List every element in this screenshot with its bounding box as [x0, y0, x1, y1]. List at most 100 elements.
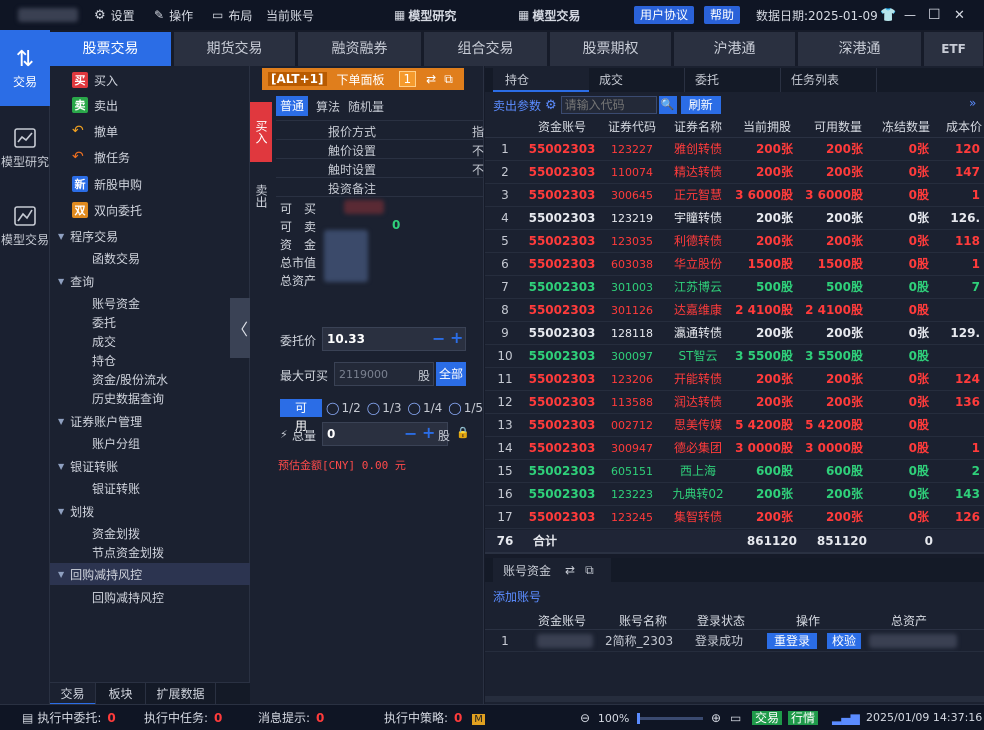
- rail-item-trade[interactable]: ⇅ 交易: [0, 30, 50, 106]
- table-row[interactable]: 12 55002303 113588 润达转债 200张 200张 0张 136: [485, 391, 984, 414]
- tab-sector[interactable]: 板块: [96, 683, 146, 705]
- message-status[interactable]: 消息提示: 0: [258, 709, 324, 727]
- swap-icon[interactable]: ⇄: [565, 563, 575, 577]
- lock-icon[interactable]: 🔒: [456, 426, 470, 439]
- table-row[interactable]: 17 55002303 123245 集智转债 200张 200张 0张 126: [485, 506, 984, 529]
- gear-icon[interactable]: ⚙: [545, 98, 557, 113]
- exec-tasks-status[interactable]: 执行中任务: 0: [144, 709, 222, 727]
- col-cost[interactable]: 成本价: [939, 116, 984, 138]
- account-row[interactable]: 1 2简称_2303 登录成功 重登录 校验: [485, 630, 984, 652]
- table-row[interactable]: 1 55002303 123227 雅创转债 200张 200张 0张 120: [485, 138, 984, 161]
- sidebar-group-allocation[interactable]: ▼ 划拨: [50, 500, 250, 522]
- tab-margin[interactable]: 融资融券: [298, 32, 422, 66]
- table-row[interactable]: 6 55002303 603038 华立股份 1500股 1500股 0股 1: [485, 253, 984, 276]
- tab-orders[interactable]: 委托: [685, 68, 781, 92]
- layout-menu[interactable]: ▭ 布局: [212, 6, 252, 24]
- sidebar-item-sell[interactable]: 卖 卖出: [50, 94, 250, 116]
- popout-icon[interactable]: ⧉: [444, 72, 453, 87]
- sidebar-item-account-group[interactable]: 账户分组: [50, 432, 250, 454]
- col-frozen[interactable]: 冻结数量: [873, 116, 939, 138]
- tab-sh-hk[interactable]: 沪港通: [674, 32, 796, 66]
- minimize-button[interactable]: —: [904, 6, 916, 24]
- shirt-icon[interactable]: 👕: [880, 6, 896, 24]
- settings-menu[interactable]: ⚙ 设置: [94, 6, 135, 24]
- horizontal-scrollbar[interactable]: [485, 552, 984, 554]
- side-sell-tab[interactable]: 卖出: [250, 176, 272, 216]
- table-row[interactable]: 15 55002303 605151 西上海 600股 600股 0股 2: [485, 460, 984, 483]
- tab-deals[interactable]: 成交: [589, 68, 685, 92]
- trade-connection[interactable]: 交易: [752, 709, 783, 727]
- tab-task-list[interactable]: 任务列表: [781, 68, 877, 92]
- tab-stock-options[interactable]: 股票期权: [550, 32, 672, 66]
- sidebar-item-history[interactable]: 历史数据查询: [50, 387, 250, 409]
- table-row[interactable]: 13 55002303 002712 思美传媒 5 4200股 5 4200股 0股: [485, 414, 984, 437]
- zoom-in-icon[interactable]: ⊕: [711, 711, 721, 725]
- mode-normal-tab[interactable]: 普通: [276, 96, 309, 116]
- rail-item-model-trade[interactable]: 模型交易: [0, 188, 50, 264]
- radio-quarter[interactable]: ◯: [408, 401, 421, 415]
- current-account-menu[interactable]: 当前账号: [266, 6, 314, 24]
- tab-trade[interactable]: 交易: [50, 683, 96, 705]
- exec-strategy-status[interactable]: 执行中策略: 0 M: [384, 709, 485, 727]
- model-research-link[interactable]: ▦ 模型研究: [394, 6, 456, 24]
- sidebar-group-bank-transfer[interactable]: ▼ 银证转账: [50, 455, 250, 477]
- sidebar-group-repo-risk[interactable]: ▼ 回购减持风控: [50, 563, 250, 585]
- table-row[interactable]: 4 55002303 123219 宇瞳转债 200张 200张 0张 126.: [485, 207, 984, 230]
- rail-item-model-research[interactable]: 模型研究: [0, 110, 50, 186]
- table-row[interactable]: 3 55002303 300645 正元智慧 3 6000股 3 6000股 0股 1: [485, 184, 984, 207]
- radio-half[interactable]: ◯: [326, 401, 339, 415]
- collapse-sidebar-button[interactable]: 〈: [230, 298, 250, 358]
- sidebar-group-program[interactable]: ▼ 程序交易: [50, 225, 250, 247]
- available-button[interactable]: 可 用: [280, 399, 322, 433]
- price-increment[interactable]: +: [450, 328, 463, 347]
- relogin-button[interactable]: 重登录: [767, 633, 817, 649]
- tab-sz-hk[interactable]: 深港通: [798, 32, 922, 66]
- close-button[interactable]: ✕: [954, 6, 965, 24]
- sidebar-item-repo-risk[interactable]: 回购减持风控: [50, 586, 250, 608]
- maximize-button[interactable]: ☐: [928, 6, 941, 24]
- horizontal-scrollbar[interactable]: [485, 696, 984, 702]
- table-row[interactable]: 8 55002303 301126 达嘉维康 2 4100股 2 4100股 0股: [485, 299, 984, 322]
- col-account[interactable]: 资金账号: [525, 116, 599, 138]
- zoom-out-icon[interactable]: ⊖: [580, 711, 590, 725]
- all-button[interactable]: 全部: [436, 362, 466, 386]
- setting-row[interactable]: 触时设置 不: [276, 159, 484, 178]
- quote-connection[interactable]: 行情: [788, 709, 819, 727]
- monitor-icon[interactable]: ▭: [730, 709, 741, 727]
- code-search-input[interactable]: [560, 96, 657, 114]
- help-button[interactable]: 帮助: [704, 6, 741, 24]
- sidebar-item-buy[interactable]: 买 买入: [50, 69, 250, 91]
- mode-random-tab[interactable]: 随机量: [348, 98, 384, 115]
- exec-orders-status[interactable]: ▤ 执行中委托: 0: [22, 709, 116, 727]
- popout-icon[interactable]: ⧉: [585, 563, 594, 578]
- table-row[interactable]: 5 55002303 123035 利德转债 200张 200张 0张 118: [485, 230, 984, 253]
- col-holding[interactable]: 当前拥股: [731, 116, 803, 138]
- tab-stock-trading[interactable]: 股票交易: [50, 32, 172, 66]
- refresh-button[interactable]: 刷新: [680, 96, 721, 114]
- operate-menu[interactable]: ✎ 操作: [154, 6, 193, 24]
- col-name[interactable]: 证券名称: [665, 116, 731, 138]
- zoom-slider[interactable]: [637, 713, 704, 724]
- sidebar-group-account-mgmt[interactable]: ▼ 证券账户管理: [50, 410, 250, 432]
- sidebar-item-bank-transfer[interactable]: 银证转账: [50, 477, 250, 499]
- add-account-link[interactable]: 添加账号: [493, 588, 541, 605]
- sidebar-item-cancel-task[interactable]: ↶ 撤任务: [50, 146, 250, 168]
- swap-icon[interactable]: ⇄: [426, 72, 436, 86]
- sidebar-item-two-way[interactable]: 双 双向委托: [50, 199, 250, 221]
- search-icon[interactable]: 🔍: [658, 96, 677, 114]
- tab-portfolio[interactable]: 组合交易: [424, 32, 548, 66]
- tab-holdings[interactable]: 持仓: [493, 68, 589, 92]
- tab-account-funds[interactable]: 账号资金 ⇄ ⧉: [493, 558, 611, 582]
- user-agreement-button[interactable]: 用户协议: [634, 6, 695, 24]
- sidebar-group-query[interactable]: ▼ 查询: [50, 270, 250, 292]
- radio-third[interactable]: ◯: [367, 401, 380, 415]
- sidebar-item-node-allocation[interactable]: 节点资金划拨: [50, 541, 250, 563]
- table-row[interactable]: 9 55002303 128118 瀛通转债 200张 200张 0张 129.: [485, 322, 984, 345]
- setting-row[interactable]: 投资备注: [276, 178, 484, 197]
- double-chevron-right-icon[interactable]: »: [969, 96, 976, 110]
- tab-extended-data[interactable]: 扩展数据: [146, 683, 216, 705]
- verify-button[interactable]: 校验: [827, 633, 861, 649]
- col-available[interactable]: 可用数量: [803, 116, 873, 138]
- table-row[interactable]: 10 55002303 300097 ST智云 3 5500股 3 5500股 0股: [485, 345, 984, 368]
- table-row[interactable]: 11 55002303 123206 开能转债 200张 200张 0张 124: [485, 368, 984, 391]
